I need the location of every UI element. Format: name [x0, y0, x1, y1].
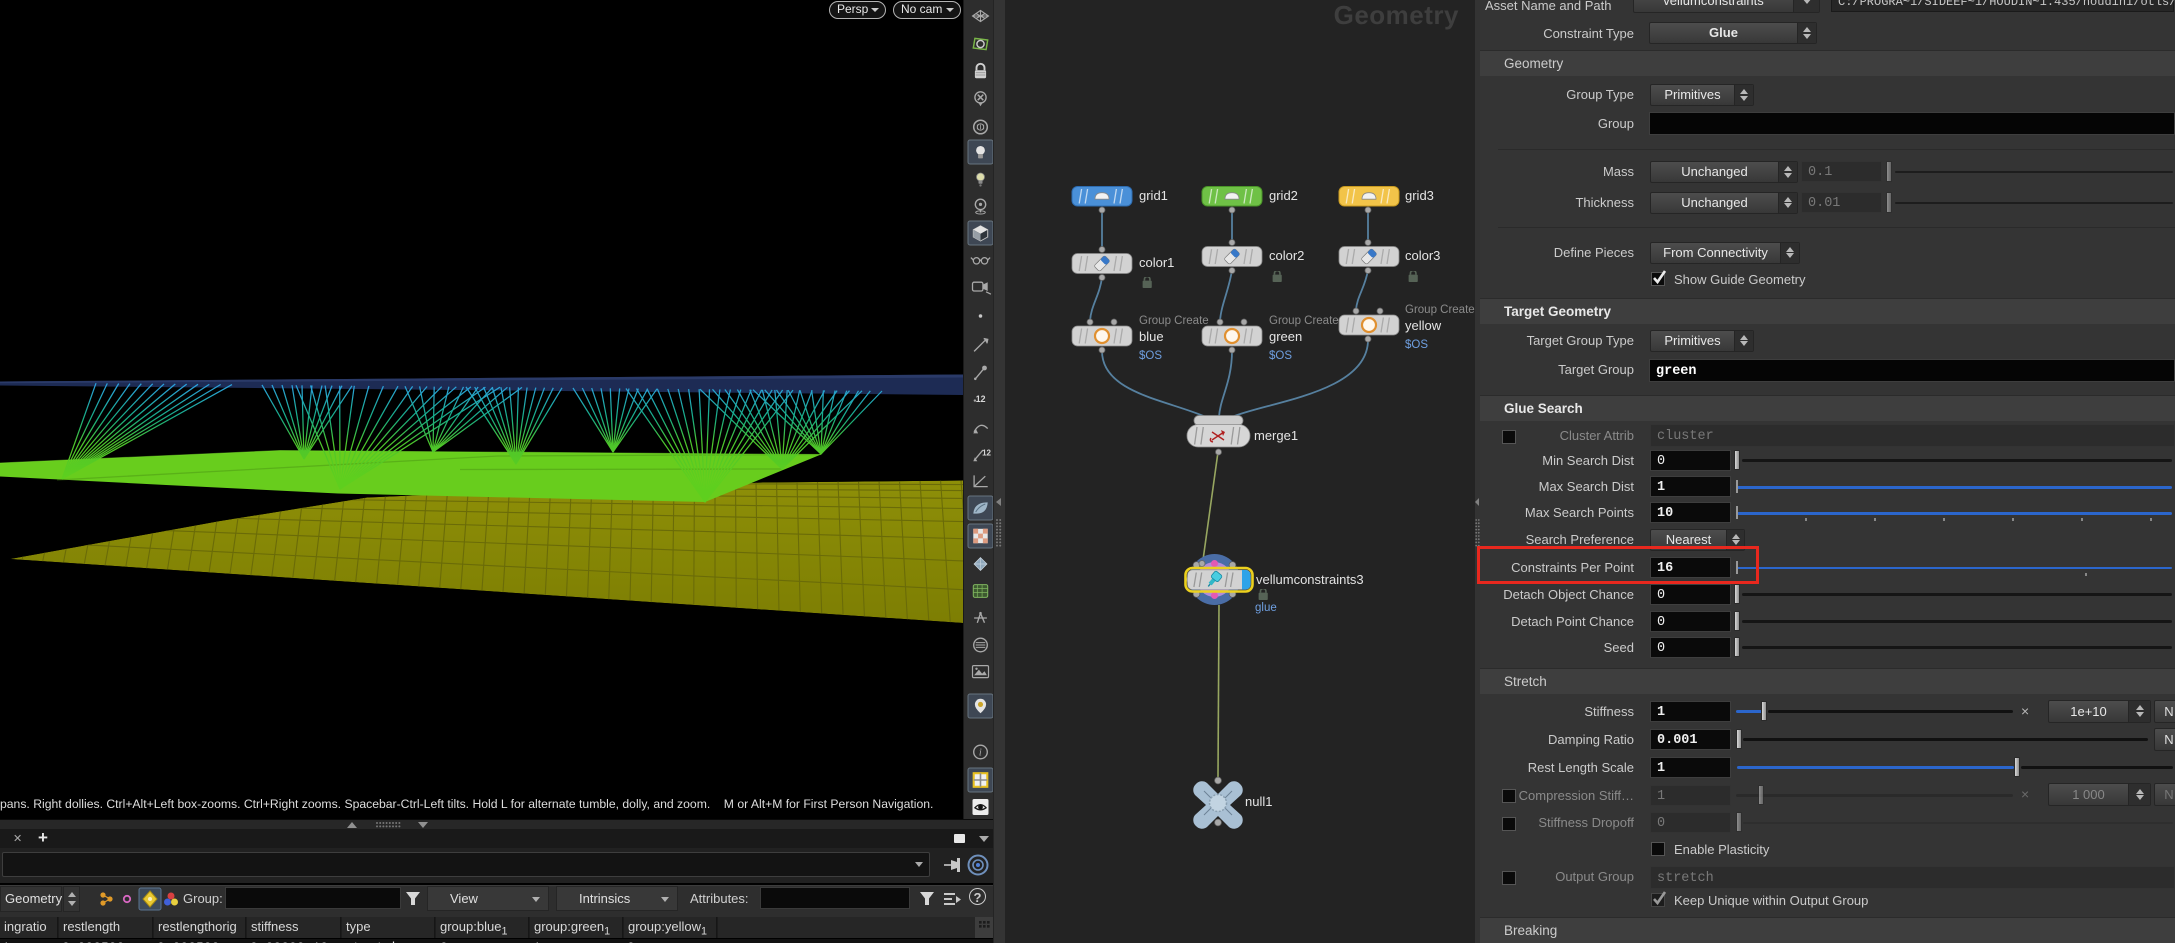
svg-text:i: i	[979, 748, 982, 759]
svg-text:12: 12	[976, 394, 986, 404]
svg-text:12: 12	[982, 449, 991, 458]
